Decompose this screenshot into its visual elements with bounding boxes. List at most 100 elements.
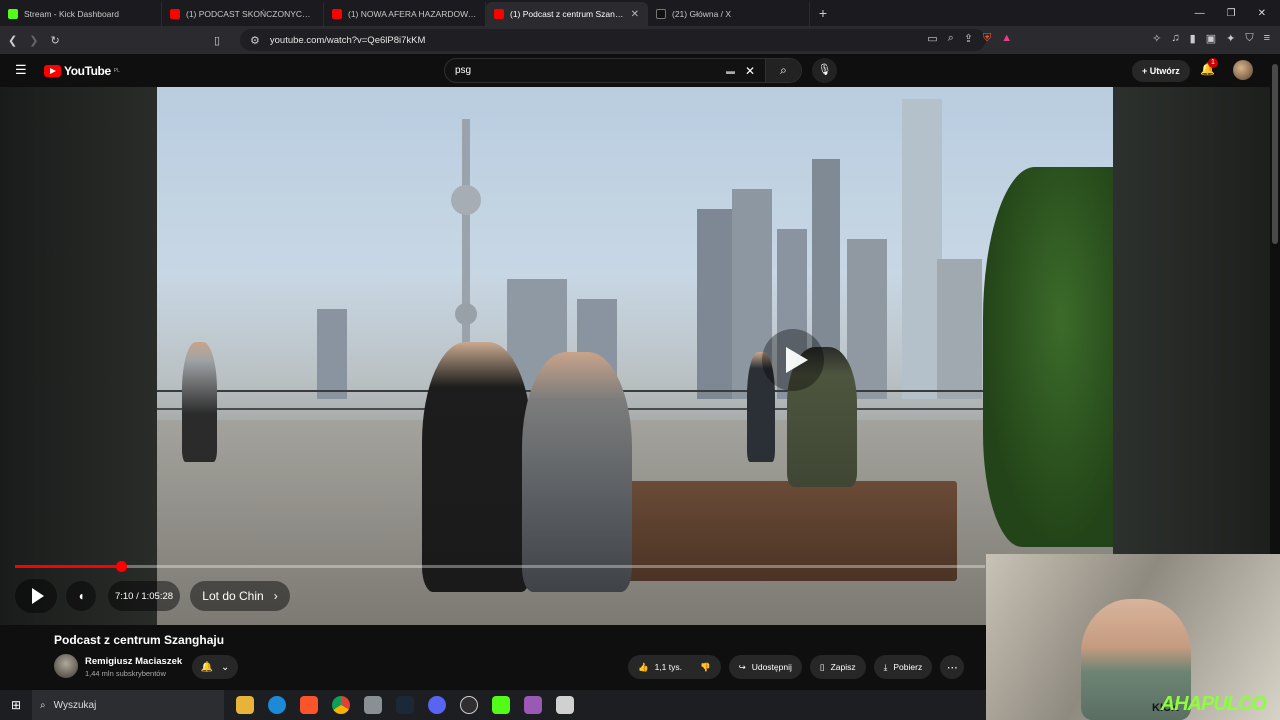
wallet-icon[interactable]: ▣	[1206, 32, 1216, 45]
bookmark-icon[interactable]: ▯	[214, 34, 220, 47]
download-icon: ⤓	[883, 661, 888, 672]
obs-icon[interactable]	[460, 696, 478, 714]
rewards-icon[interactable]: ▲	[1001, 32, 1012, 45]
progress-bar[interactable]	[15, 561, 985, 572]
create-label: Utwórz	[1149, 66, 1180, 76]
volume-button[interactable]: ◖	[66, 581, 96, 611]
tab-kick-dashboard[interactable]: Stream - Kick Dashboard	[0, 2, 162, 26]
like-button[interactable]: 👍 1,1 tys. 👎	[628, 655, 721, 679]
new-tab-button[interactable]: +	[810, 5, 836, 21]
progress-fill	[15, 565, 121, 568]
url-text[interactable]: youtube.com/watch?v=Qe6lP8i7kKM	[270, 35, 426, 46]
video-player[interactable]: ◖ 7:10 / 1:05:28 Lot do Chin ›	[0, 87, 1270, 625]
tab-title: (1) PODCAST SKOŃCZONYCH STREA	[186, 9, 315, 19]
close-window-icon[interactable]: ✕	[1258, 8, 1266, 19]
mic-button[interactable]: 🎙	[812, 58, 837, 83]
app-icon[interactable]	[364, 696, 382, 714]
tab-title: (1) Podcast z centrum Szanghaju	[510, 9, 625, 19]
chapter-title: Lot do Chin	[202, 589, 264, 603]
search-icon: ⌕	[780, 63, 787, 77]
search-icon: ⌕	[40, 699, 46, 711]
bookmark-save-icon: ▯	[819, 661, 825, 672]
chrome-icon[interactable]	[332, 696, 350, 714]
chevron-down-icon: ⌄	[221, 661, 230, 673]
mic-icon: 🎙	[817, 64, 832, 76]
tree	[983, 167, 1113, 547]
search-input[interactable]: psg	[445, 65, 726, 76]
tab-title: (1) NOWA AFERA HAZARDOWA - RU	[348, 9, 477, 19]
youtube-icon	[494, 9, 504, 19]
start-icon[interactable]: ⊞	[0, 698, 32, 712]
url-box[interactable]: ▯ ⚙ youtube.com/watch?v=Qe6lP8i7kKM	[214, 29, 986, 51]
search-box[interactable]: psg ▬ ✕ ⌕	[444, 58, 802, 83]
youtube-icon	[332, 9, 342, 19]
taskbar-search[interactable]: ⌕ Wyszukaj	[32, 690, 224, 720]
tab-podcast-skonczonych[interactable]: (1) PODCAST SKOŃCZONYCH STREA	[162, 2, 324, 26]
streamer-logo: AHAPULCO	[1160, 693, 1267, 715]
close-tab-icon[interactable]: ✕	[631, 9, 639, 20]
tab-x-glowna[interactable]: (21) Główna / X	[648, 2, 810, 26]
minimize-icon[interactable]: —	[1195, 8, 1205, 19]
tab-nowa-afera[interactable]: (1) NOWA AFERA HAZARDOWA - RU	[324, 2, 486, 26]
menu-icon[interactable]: ≡	[1264, 32, 1270, 45]
extensions-icon[interactable]: ✧	[1152, 32, 1161, 45]
window-controls: — ❐ ✕	[1195, 8, 1280, 19]
zoom-icon[interactable]: ⌕	[948, 32, 954, 45]
kick-icon	[8, 9, 18, 19]
play-button[interactable]	[15, 579, 57, 613]
more-icon: ⋯	[946, 661, 958, 674]
subscription-bell-button[interactable]: 🔔 ⌄	[192, 655, 238, 679]
app-icon[interactable]	[556, 696, 574, 714]
reload-icon[interactable]: ↻	[50, 34, 59, 47]
big-play-icon[interactable]	[762, 329, 824, 391]
restore-icon[interactable]: ❐	[1227, 8, 1236, 19]
channel-avatar[interactable]	[54, 654, 78, 678]
like-count: 1,1 tys.	[654, 662, 682, 672]
skyscraper	[697, 209, 732, 399]
cast-icon[interactable]: ▭	[927, 32, 937, 45]
video-frame[interactable]	[157, 87, 1113, 625]
brave-shield-icon[interactable]: ⛨	[983, 32, 991, 45]
tab-podcast-szanghaj[interactable]: (1) Podcast z centrum Szanghaju ✕	[486, 2, 648, 26]
tab-title: Stream - Kick Dashboard	[24, 9, 119, 19]
download-label: Pobierz	[893, 662, 923, 672]
bell-icon: 🔔	[200, 661, 214, 673]
site-info-icon[interactable]: ⚙	[250, 34, 260, 47]
search-button[interactable]: ⌕	[765, 59, 801, 82]
steam-icon[interactable]	[396, 696, 414, 714]
download-button[interactable]: ⤓ Pobierz	[873, 655, 933, 679]
back-icon[interactable]: ❮	[8, 34, 17, 47]
music-icon[interactable]: ♫	[1171, 32, 1179, 45]
edge-icon[interactable]	[268, 696, 286, 714]
discord-icon[interactable]	[428, 696, 446, 714]
vpn-icon[interactable]: ⛉	[1245, 32, 1253, 45]
chevron-right-icon: ›	[273, 589, 278, 603]
logo-region: PL	[113, 68, 120, 74]
user-avatar[interactable]	[1233, 60, 1253, 80]
railing	[157, 390, 1113, 410]
progress-scrubber[interactable]	[115, 561, 127, 572]
browser-tab-bar: Stream - Kick Dashboard (1) PODCAST SKOŃ…	[0, 0, 1280, 26]
save-button[interactable]: ▯ Zapisz	[809, 655, 866, 679]
share-icon[interactable]: ⇪	[964, 32, 973, 45]
kick-studio-icon[interactable]	[492, 696, 510, 714]
file-explorer-icon[interactable]	[236, 696, 254, 714]
forward-icon[interactable]: ❯	[29, 34, 38, 47]
x-icon	[656, 9, 666, 19]
sidebar-icon[interactable]: ▮	[1190, 32, 1196, 45]
scrollbar-thumb[interactable]	[1272, 64, 1278, 244]
channel-name[interactable]: Remigiusz Maciaszek	[85, 656, 182, 667]
ai-icon[interactable]: ✦	[1226, 32, 1235, 45]
more-actions-button[interactable]: ⋯	[940, 655, 965, 679]
app-icon[interactable]	[524, 696, 542, 714]
youtube-logo[interactable]: YouTube PL	[44, 64, 120, 78]
hamburger-icon[interactable]: ☰	[15, 62, 27, 78]
chapter-button[interactable]: Lot do Chin ›	[190, 581, 290, 611]
clear-search-icon[interactable]: ✕	[735, 64, 765, 78]
keyboard-icon[interactable]: ▬	[726, 66, 735, 76]
create-button[interactable]: + Utwórz	[1132, 60, 1190, 82]
dislike-icon[interactable]: 👎	[700, 662, 711, 673]
share-label: Udostępnij	[751, 662, 792, 672]
brave-icon[interactable]	[300, 696, 318, 714]
share-button[interactable]: ↪ Udostępnij	[728, 655, 802, 679]
